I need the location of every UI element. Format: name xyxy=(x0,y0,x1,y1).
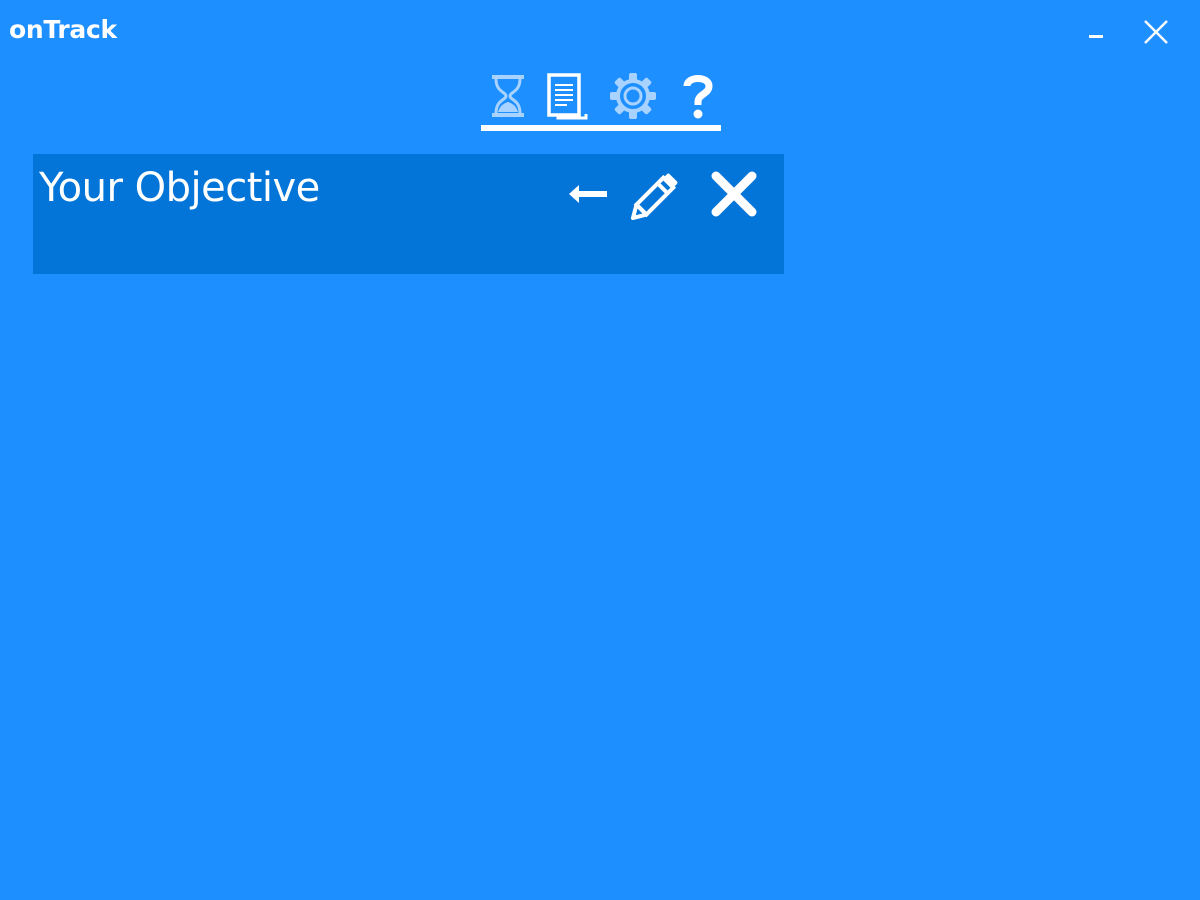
gear-icon xyxy=(610,73,656,119)
delete-button[interactable] xyxy=(705,166,763,222)
nav-item-help[interactable] xyxy=(671,70,725,122)
close-icon xyxy=(1144,20,1168,44)
question-icon xyxy=(683,75,713,119)
arrow-left-icon xyxy=(569,185,607,203)
nav-item-objectives[interactable] xyxy=(539,70,593,122)
minimize-icon xyxy=(1089,35,1103,38)
close-window-button[interactable] xyxy=(1133,10,1179,54)
close-icon xyxy=(711,171,757,217)
app-title: onTrack xyxy=(9,15,117,44)
edit-button[interactable] xyxy=(625,166,689,222)
objective-title: Your Objective xyxy=(39,165,320,211)
main-navigation xyxy=(481,70,721,132)
pencil-icon xyxy=(630,173,678,221)
hourglass-icon xyxy=(492,75,524,117)
nav-item-settings[interactable] xyxy=(606,70,660,122)
back-button[interactable] xyxy=(561,166,617,222)
document-icon xyxy=(547,73,588,120)
nav-selection-underline xyxy=(481,125,721,131)
app-window: onTrack Your Objective xyxy=(0,0,1200,900)
minimize-button[interactable] xyxy=(1073,10,1119,54)
nav-item-timer[interactable] xyxy=(481,70,535,122)
objective-card: Your Objective xyxy=(33,154,784,274)
